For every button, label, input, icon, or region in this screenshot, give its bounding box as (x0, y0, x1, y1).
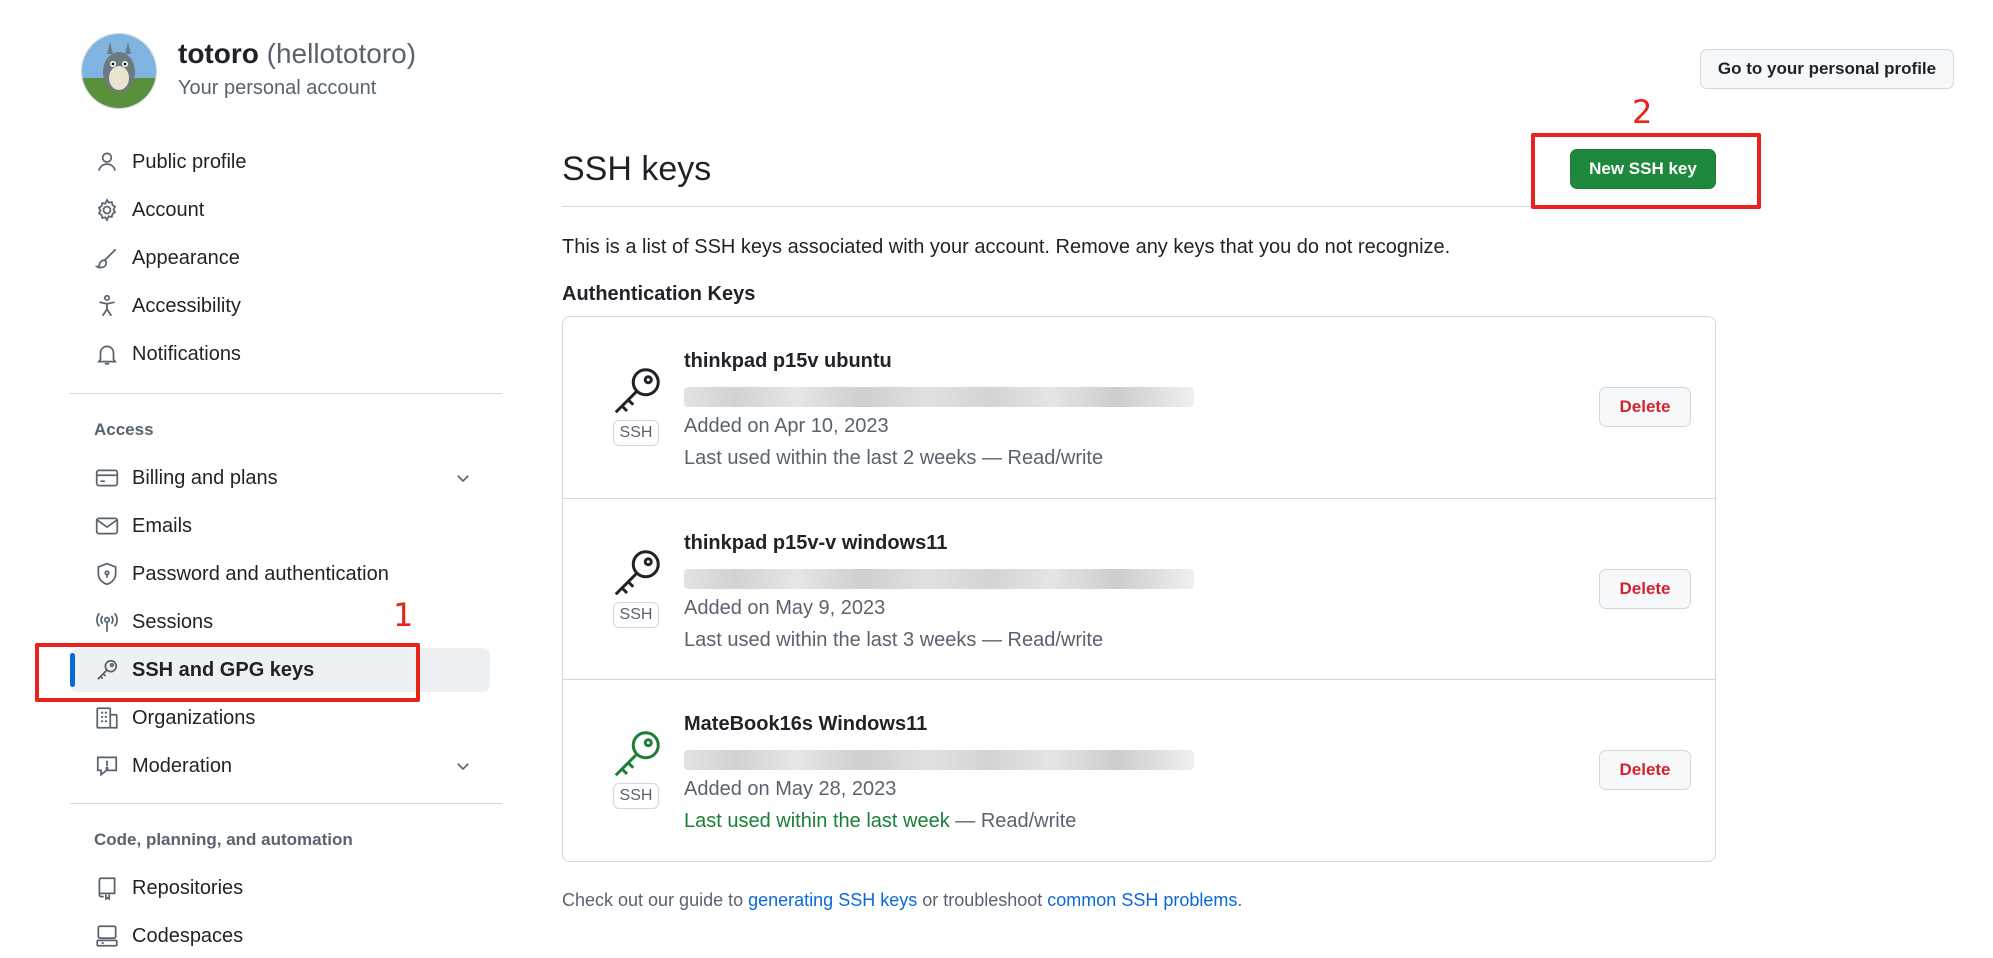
sidebar-item-label: Public profile (132, 150, 247, 173)
keys-list: SSH thinkpad p15v ubuntu Added on Apr 10… (562, 316, 1716, 862)
key-title: thinkpad p15v ubuntu (684, 350, 892, 372)
access-level: — Read/write (976, 629, 1104, 651)
sidebar-item-password-auth[interactable]: Password and authentication (70, 552, 490, 596)
sidebar-item-label: Password and authentication (132, 562, 389, 585)
codespaces-icon (94, 923, 120, 949)
footer-prefix: Check out our guide to (562, 890, 749, 910)
sidebar-item-label: Moderation (132, 754, 233, 777)
sidebar-item-moderation[interactable]: Moderation (70, 744, 490, 788)
sidebar-item-label: Appearance (132, 246, 240, 269)
key-title: MateBook16s Windows11 (684, 713, 928, 735)
footer-note: Check out our guide to generating SSH ke… (562, 890, 1242, 911)
key-fingerprint-redacted (684, 750, 1194, 770)
key-title: thinkpad p15v-v windows11 (684, 532, 948, 554)
key-added-date: Added on May 28, 2023 (684, 778, 897, 800)
list-item: SSH thinkpad p15v-v windows11 Added on M… (563, 498, 1715, 680)
sidebar-item-label: Notifications (132, 342, 241, 365)
sidebar-section-access: Access (94, 420, 154, 439)
delete-button[interactable]: Delete (1599, 387, 1691, 427)
sidebar-item-appearance[interactable]: Appearance (70, 236, 490, 280)
sidebar-item-emails[interactable]: Emails (70, 504, 490, 548)
sidebar-item-codespaces[interactable]: Codespaces (70, 914, 490, 958)
delete-button[interactable]: Delete (1599, 569, 1691, 609)
chevron-down-icon[interactable] (454, 757, 472, 775)
footer-middle: or troubleshoot (917, 890, 1048, 910)
chevron-down-icon[interactable] (454, 469, 472, 487)
footer-suffix: . (1237, 890, 1243, 910)
credit-card-icon (94, 465, 120, 491)
gear-icon (94, 197, 120, 223)
ssh-badge: SSH (613, 783, 659, 809)
last-used-text: Last used within the last week (684, 810, 950, 832)
sidebar-item-notifications[interactable]: Notifications (70, 332, 490, 376)
annotation-number-2: 2 (1632, 93, 1653, 131)
repo-icon (94, 875, 120, 901)
sidebar-item-label: Repositories (132, 876, 244, 899)
sidebar-item-account[interactable]: Account (70, 188, 490, 232)
last-used-text: Last used within the last 2 weeks (684, 447, 977, 469)
sidebar-item-sessions[interactable]: Sessions (70, 600, 490, 644)
report-icon (94, 753, 120, 779)
shield-icon (94, 561, 120, 587)
key-last-used: Last used within the last 3 weeks — Read… (684, 629, 1103, 652)
annotation-box-1 (35, 643, 420, 702)
sidebar-item-repositories[interactable]: Repositories (70, 866, 490, 910)
sidebar-item-label: Account (132, 198, 205, 221)
sidebar-item-billing[interactable]: Billing and plans (70, 456, 490, 500)
avatar[interactable] (81, 33, 157, 109)
sidebar-item-label: Accessibility (132, 294, 241, 317)
last-used-text: Last used within the last 3 weeks (684, 629, 977, 651)
accessibility-icon (94, 293, 120, 319)
account-login: (hellototoro) (266, 38, 417, 69)
key-fingerprint-redacted (684, 569, 1194, 589)
key-last-used: Last used within the last 2 weeks — Read… (684, 447, 1103, 470)
generating-ssh-keys-link[interactable]: generating SSH keys (748, 890, 917, 910)
list-item: SSH thinkpad p15v ubuntu Added on Apr 10… (563, 317, 1715, 498)
common-ssh-problems-link[interactable]: common SSH problems (1047, 890, 1237, 910)
account-display-name: totoro (178, 38, 259, 69)
organization-icon (94, 705, 120, 731)
authentication-keys-header: Authentication Keys (562, 283, 756, 305)
key-added-date: Added on Apr 10, 2023 (684, 415, 889, 437)
account-name: totoro (hellototoro) (178, 38, 416, 70)
sidebar-divider (70, 803, 502, 804)
paintbrush-icon (94, 245, 120, 271)
key-last-used: Last used within the last week — Read/wr… (684, 810, 1076, 833)
ssh-badge: SSH (613, 602, 659, 628)
access-level: — Read/write (976, 447, 1104, 469)
sidebar-divider (70, 393, 502, 394)
key-icon (607, 724, 667, 784)
access-level: — Read/write (949, 810, 1077, 832)
sidebar-item-label: Sessions (132, 610, 214, 633)
delete-button[interactable]: Delete (1599, 750, 1691, 790)
key-added-date: Added on May 9, 2023 (684, 597, 886, 619)
key-icon (607, 361, 667, 421)
annotation-number-1: 1 (393, 596, 414, 634)
go-to-profile-button[interactable]: Go to your personal profile (1700, 49, 1954, 89)
mail-icon (94, 513, 120, 539)
bell-icon (94, 341, 120, 367)
list-item: SSH MateBook16s Windows11 Added on May 2… (563, 679, 1715, 861)
sidebar-item-label: Codespaces (132, 924, 244, 947)
key-fingerprint-redacted (684, 387, 1194, 407)
broadcast-icon (94, 609, 120, 635)
key-icon (607, 543, 667, 603)
sidebar-item-public-profile[interactable]: Public profile (70, 140, 490, 184)
ssh-badge: SSH (613, 420, 659, 446)
person-icon (94, 149, 120, 175)
sidebar-section-code: Code, planning, and automation (94, 830, 353, 849)
annotation-box-2 (1531, 133, 1761, 209)
sidebar-item-label: Emails (132, 514, 193, 537)
sidebar-item-label: Organizations (132, 706, 256, 729)
account-subtitle: Your personal account (178, 77, 377, 99)
page-description: This is a list of SSH keys associated wi… (562, 236, 1451, 258)
sidebar-item-label: Billing and plans (132, 466, 278, 489)
page-title: SSH keys (562, 150, 712, 188)
sidebar-item-accessibility[interactable]: Accessibility (70, 284, 490, 328)
sidebar-item-organizations[interactable]: Organizations (70, 696, 490, 740)
